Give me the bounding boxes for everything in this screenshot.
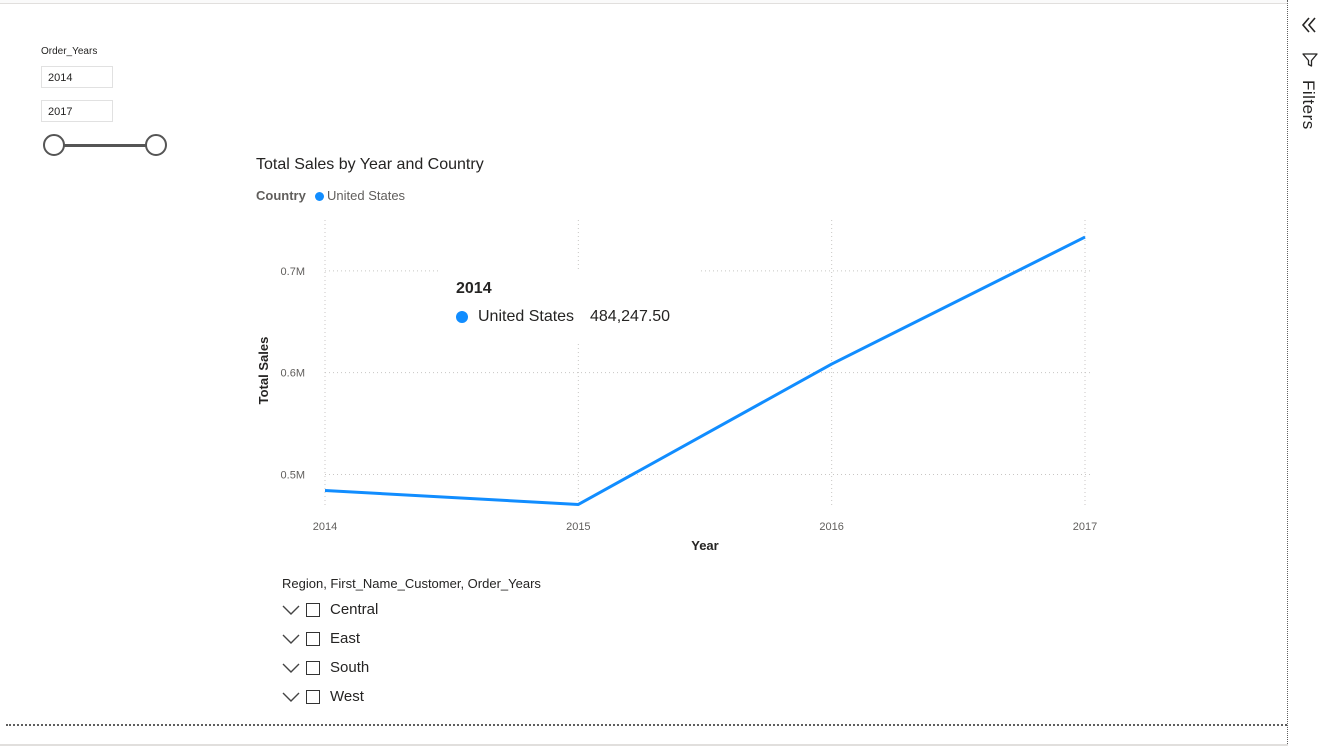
chevron-down-icon[interactable] <box>282 661 300 675</box>
hierarchy-item-label: Central <box>330 601 379 618</box>
y-axis-title: Total Sales <box>256 337 271 405</box>
slicer-start-input[interactable]: 2014 <box>41 66 113 88</box>
series-line-united-states[interactable] <box>324 235 1086 506</box>
tooltip-series-marker <box>456 311 468 323</box>
x-axis-title: Year <box>691 538 718 553</box>
hierarchy-item-south[interactable]: South <box>282 659 482 683</box>
slicer-start-handle[interactable] <box>43 134 65 156</box>
legend-series-label[interactable]: United States <box>327 188 405 203</box>
y-axis-ticks: 0.5M 0.6M 0.7M <box>281 266 305 482</box>
canvas-right-border <box>1287 0 1288 746</box>
hierarchy-item-central[interactable]: Central <box>282 601 482 625</box>
legend-title: Country <box>256 188 306 203</box>
line-chart[interactable]: 0.5M 0.6M 0.7M 2014 2015 2016 2017 Total Sale… <box>250 210 1110 560</box>
filters-pane-label[interactable]: Filters <box>1298 80 1318 130</box>
hierarchy-item-label: South <box>330 659 370 676</box>
top-canvas-edge <box>0 0 1288 4</box>
chevron-down-icon[interactable] <box>282 690 300 704</box>
x-tick-label: 2015 <box>566 521 590 533</box>
gridlines <box>324 220 1093 505</box>
checkbox[interactable] <box>306 690 320 704</box>
tooltip-series-name: United States <box>478 308 575 325</box>
x-axis-ticks: 2014 2015 2016 2017 <box>313 521 1097 533</box>
hierarchy-item-label: West <box>330 688 364 705</box>
x-tick-label: 2017 <box>1073 521 1097 533</box>
legend-marker <box>315 192 324 201</box>
hierarchy-slicer-title: Region, First_Name_Customer, Order_Years <box>282 576 541 591</box>
checkbox[interactable] <box>306 661 320 675</box>
tooltip-year: 2014 <box>456 280 492 297</box>
tooltip-series-value: 484,247.50 <box>590 308 671 325</box>
chevron-down-icon[interactable] <box>282 632 300 646</box>
checkbox[interactable] <box>306 632 320 646</box>
hierarchy-item-west[interactable]: West <box>282 688 482 712</box>
funnel-icon[interactable] <box>1302 52 1318 68</box>
chart-tooltip: 2014 United States 484,247.50 <box>440 270 700 342</box>
y-tick-label: 0.5M <box>281 469 305 481</box>
x-tick-label: 2016 <box>819 521 843 533</box>
checkbox[interactable] <box>306 603 320 617</box>
slicer-end-input[interactable]: 2017 <box>41 100 113 122</box>
chevron-down-icon[interactable] <box>282 603 300 617</box>
y-tick-label: 0.6M <box>281 368 305 380</box>
slicer-end-handle[interactable] <box>145 134 167 156</box>
hierarchy-item-east[interactable]: East <box>282 630 482 654</box>
x-tick-label: 2014 <box>313 521 337 533</box>
slicer-track[interactable] <box>56 144 156 147</box>
slicer-title: Order_Years <box>41 46 98 57</box>
double-chevron-left-icon[interactable] <box>1298 14 1320 36</box>
hierarchy-item-label: East <box>330 630 361 647</box>
y-tick-label: 0.7M <box>281 266 305 278</box>
series-layer <box>324 235 1086 506</box>
chart-title: Total Sales by Year and Country <box>256 156 484 173</box>
canvas-bottom-border <box>6 724 1287 726</box>
